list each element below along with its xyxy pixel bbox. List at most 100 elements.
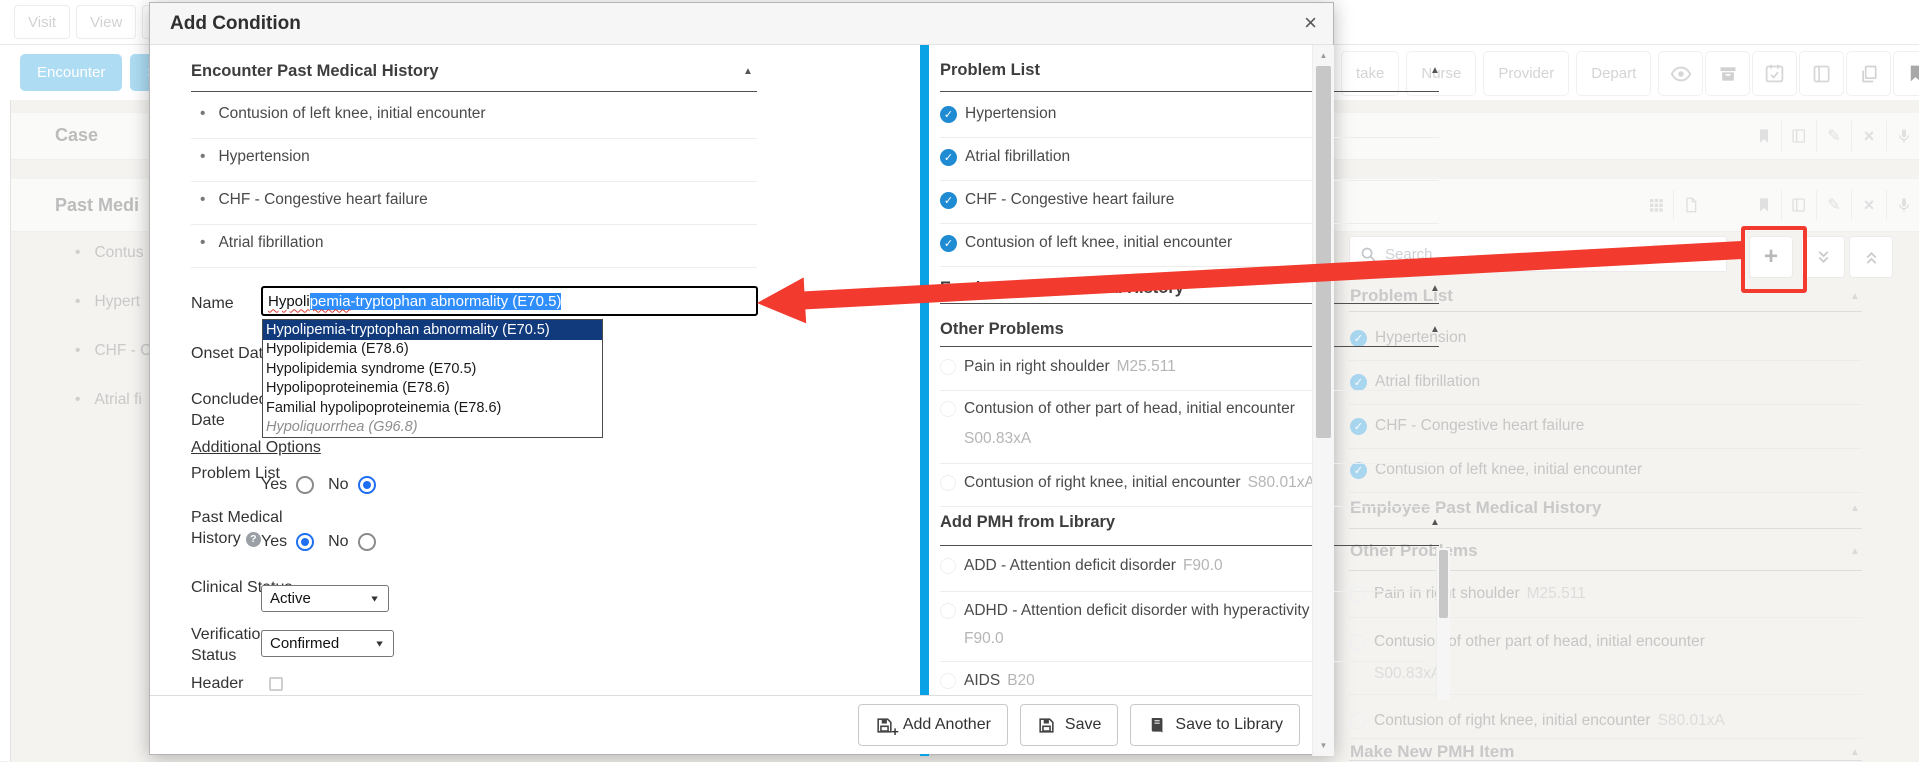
scroll-down-icon[interactable]: ▼ — [1313, 741, 1334, 750]
empty-circle-icon — [940, 475, 956, 491]
copy-icon[interactable] — [1846, 51, 1891, 96]
suggestion-item[interactable]: Familial hypolipoproteinemia (E78.6) — [263, 398, 602, 418]
list-item[interactable]: ✓Atrial fibrillation — [940, 148, 1070, 166]
list-item[interactable]: ✓Hypertension — [940, 105, 1056, 123]
close-icon[interactable]: × — [1851, 121, 1886, 151]
grid-icon[interactable] — [1639, 190, 1673, 220]
list-item: •Hypertension — [200, 148, 310, 166]
chevron-up-icon[interactable]: ▲ — [1430, 283, 1440, 294]
tab-visit[interactable]: Visit — [14, 5, 70, 39]
check-circle-icon: ✓ — [940, 106, 957, 123]
scrollbar-thumb[interactable] — [1316, 66, 1331, 438]
pencil-icon[interactable]: ✎ — [1816, 121, 1851, 151]
modal-left-column: Encounter Past Medical History ▲ •Contus… — [150, 45, 920, 756]
add-condition-modal: Add Condition × Encounter Past Medical H… — [149, 2, 1334, 755]
chevron-down-icon: ▼ — [369, 594, 380, 604]
clinical-status-select[interactable]: Active▼ — [261, 585, 389, 612]
calendar-check-icon[interactable] — [1752, 51, 1797, 96]
microphone-icon[interactable] — [1886, 121, 1919, 151]
modal-scrollbar[interactable]: ▲ ▼ — [1312, 45, 1334, 756]
list-item[interactable]: ✓Contusion of left knee, initial encount… — [940, 234, 1232, 252]
problem-list-no-radio[interactable] — [358, 476, 376, 494]
list-item[interactable]: Contusion of right knee, initial encount… — [940, 474, 1315, 492]
book-icon[interactable] — [1781, 121, 1816, 151]
list-item: •CHF - Congestive heart failure — [200, 191, 428, 209]
book-icon[interactable] — [1799, 51, 1844, 96]
pmh-no-radio[interactable] — [358, 533, 376, 551]
provider-nav-button[interactable]: Provider — [1483, 51, 1569, 96]
problem-list-yes-radio[interactable] — [296, 476, 314, 494]
additional-options-link[interactable]: Additional Options — [191, 439, 321, 457]
list-item[interactable]: Contusion of other part of head, initial… — [940, 400, 1295, 418]
autocomplete-selected-text: -tryptophan abnormality (E70.5) — [351, 293, 562, 310]
yes-label: Yes — [261, 533, 287, 551]
book-icon[interactable] — [1781, 190, 1816, 220]
list-item[interactable]: AIDSB20 — [940, 672, 1035, 690]
header-checkbox[interactable] — [269, 677, 283, 691]
file-icon[interactable] — [1673, 190, 1708, 220]
suggestion-item[interactable]: Hypolipidemia syndrome (E70.5) — [263, 359, 602, 379]
pmh-yes-radio[interactable] — [296, 533, 314, 551]
list-item: •CHF - C — [75, 342, 151, 360]
check-circle-icon: ✓ — [940, 192, 957, 209]
chevron-up-icon[interactable]: ▲ — [1430, 324, 1440, 335]
section-header-encounter-pmh: Encounter Past Medical History — [191, 62, 439, 81]
depart-nav-button[interactable]: Depart — [1576, 51, 1651, 96]
list-item: •Contusion of left knee, initial encount… — [200, 105, 486, 123]
suggestion-item[interactable]: Hypolipoproteinemia (E78.6) — [263, 379, 602, 399]
section-header-employee-pmh: Employee Past Medical History — [940, 279, 1184, 298]
tab-view[interactable]: View — [76, 5, 136, 39]
verification-status-select[interactable]: Confirmed▼ — [261, 630, 394, 657]
bookmark-icon[interactable] — [1893, 51, 1919, 96]
empty-circle-icon — [940, 558, 956, 574]
chevron-up-icon[interactable]: ▲ — [743, 66, 753, 77]
autocomplete-selected-text: pemia — [310, 293, 351, 310]
save-icon — [1037, 716, 1056, 735]
suggestion-item[interactable]: Hypolipidemia (E78.6) — [263, 340, 602, 360]
scroll-up-icon[interactable]: ▲ — [1313, 51, 1334, 60]
list-item: •Atrial fibrillation — [200, 234, 324, 252]
microphone-icon[interactable] — [1886, 190, 1919, 220]
annotation-highlight-box — [1741, 226, 1807, 293]
modal-header: Add Condition × — [150, 3, 1333, 45]
modal-title: Add Condition — [170, 13, 301, 35]
no-label: No — [328, 476, 348, 494]
modal-right-column: Problem List ▲ ✓Hypertension ✓Atrial fib… — [929, 45, 1461, 756]
empty-circle-icon — [940, 359, 956, 375]
condition-name-input[interactable]: Hypolipemia-tryptophan abnormality (E70.… — [261, 286, 758, 316]
suggestion-item[interactable]: Hypolipemia-tryptophan abnormality (E70.… — [263, 320, 602, 340]
check-circle-icon: ✓ — [940, 235, 957, 252]
list-item-code: F90.0 — [964, 630, 1004, 648]
save-to-library-button[interactable]: Save to Library — [1130, 704, 1300, 746]
section-header-other-problems: Other Problems — [940, 320, 1064, 339]
pencil-icon[interactable]: ✎ — [1816, 190, 1851, 220]
suggestion-item[interactable]: Hypoliquorrhea (G96.8) — [263, 418, 602, 438]
list-item: •Hypert — [75, 293, 140, 311]
archive-icon[interactable] — [1705, 51, 1750, 96]
list-item[interactable]: ADD - Attention deficit disorderF90.0 — [940, 557, 1223, 575]
close-icon[interactable]: × — [1304, 12, 1317, 34]
typed-text: Hypoli — [268, 293, 310, 310]
list-item-code: S00.83xA — [964, 430, 1031, 448]
bookmark-icon[interactable] — [1747, 190, 1781, 220]
chevron-up-icon[interactable]: ▲ — [1430, 517, 1440, 528]
chevron-up-icon[interactable]: ▲ — [1430, 65, 1440, 76]
list-item[interactable]: Pain in right shoulderM25.511 — [940, 358, 1176, 376]
chevron-down-icon: ▼ — [374, 639, 385, 649]
encounter-nav-button[interactable]: Encounter — [20, 54, 122, 91]
case-title: Case — [55, 125, 98, 146]
list-item[interactable]: ✓CHF - Congestive heart failure — [940, 191, 1174, 209]
autocomplete-dropdown: Hypolipemia-tryptophan abnormality (E70.… — [262, 319, 603, 438]
close-icon[interactable]: × — [1851, 190, 1886, 220]
modal-footer: + Add Another Save Save to Library — [150, 695, 1312, 754]
list-item[interactable]: ADHD - Attention deficit disorder with h… — [940, 602, 1309, 620]
no-label: No — [328, 533, 348, 551]
help-icon[interactable]: ? — [246, 532, 261, 547]
past-medical-title: Past Medi — [55, 195, 139, 216]
bookmark-icon[interactable] — [1747, 121, 1781, 151]
library-scrollbar[interactable] — [1436, 548, 1450, 700]
eye-icon[interactable] — [1658, 51, 1703, 96]
save-button[interactable]: Save — [1020, 704, 1118, 746]
section-header-problem-list: Problem List — [940, 61, 1040, 80]
add-another-button[interactable]: + Add Another — [858, 704, 1008, 746]
